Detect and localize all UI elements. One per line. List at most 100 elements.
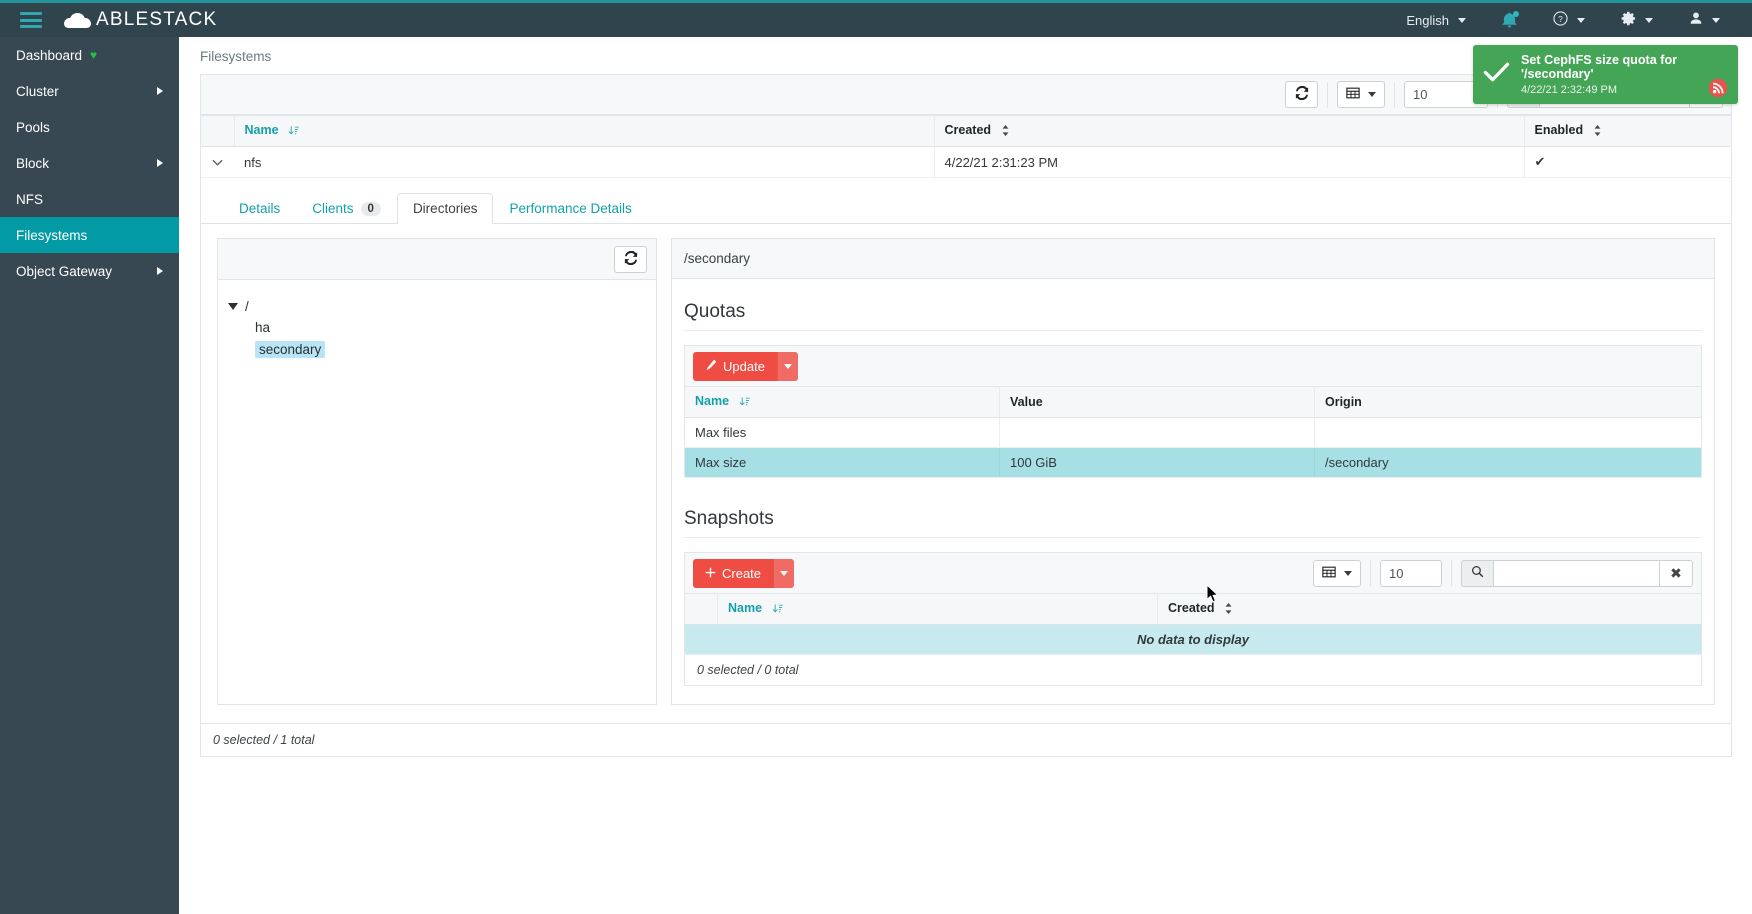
tree-node-label: / bbox=[245, 299, 249, 314]
settings-menu[interactable] bbox=[1603, 3, 1671, 37]
cell-quota-value bbox=[999, 417, 1315, 448]
refresh-icon bbox=[624, 250, 638, 268]
pencil-icon bbox=[705, 359, 717, 374]
search-icon bbox=[1471, 565, 1484, 581]
refresh-button[interactable] bbox=[1285, 81, 1318, 108]
sidebar-item-nfs[interactable]: NFS bbox=[0, 181, 179, 217]
cloud-icon bbox=[64, 12, 91, 28]
table-row[interactable]: Max files bbox=[684, 417, 1702, 448]
sort-asc-icon bbox=[739, 396, 750, 410]
tree-node-root[interactable]: / bbox=[228, 296, 646, 317]
update-quota-button[interactable]: Update bbox=[693, 351, 777, 381]
column-header-created[interactable]: Created bbox=[934, 115, 1525, 147]
tree-refresh-button[interactable] bbox=[614, 245, 647, 273]
clients-count-badge: 0 bbox=[360, 201, 381, 216]
sidebar-item-pools[interactable]: Pools bbox=[0, 109, 179, 145]
snapshots-search-input[interactable] bbox=[1494, 559, 1660, 587]
tab-details[interactable]: Details bbox=[223, 193, 296, 224]
header-label: Name bbox=[728, 601, 763, 615]
toast-notification[interactable]: Set CephFS size quota for '/secondary' 4… bbox=[1473, 45, 1738, 104]
tab-label: Details bbox=[239, 201, 281, 216]
table-header-row: Name Created Enabled bbox=[201, 115, 1731, 147]
svg-text:?: ? bbox=[1558, 14, 1563, 24]
column-header-name[interactable]: Name bbox=[234, 115, 935, 147]
directory-tree: / ha secondary bbox=[218, 280, 656, 379]
chevron-down-icon bbox=[1712, 17, 1720, 23]
close-icon: ✖ bbox=[1670, 564, 1682, 581]
sidebar-item-label: Object Gateway bbox=[16, 263, 113, 279]
sidebar-item-label: Pools bbox=[16, 119, 50, 135]
directory-tree-card: / ha secondary bbox=[217, 238, 657, 705]
tab-directories[interactable]: Directories bbox=[396, 193, 494, 224]
column-header-enabled[interactable]: Enabled bbox=[1524, 115, 1731, 147]
chevron-right-icon bbox=[157, 267, 163, 275]
toast-title: Set CephFS size quota for '/secondary' bbox=[1521, 53, 1678, 81]
chevron-down-icon bbox=[780, 570, 789, 576]
directory-tree-toolbar bbox=[218, 239, 656, 280]
table-columns-icon bbox=[1346, 86, 1360, 103]
sidebar-item-block[interactable]: Block bbox=[0, 145, 179, 181]
sort-icon bbox=[1593, 125, 1602, 139]
create-snapshot-button[interactable]: Create bbox=[693, 558, 774, 588]
cell-quota-origin[interactable]: /secondary bbox=[1314, 447, 1702, 478]
sidebar-item-dashboard[interactable]: Dashboard ♥ bbox=[0, 37, 179, 73]
column-header-origin[interactable]: Origin bbox=[1314, 386, 1702, 418]
main-content: Filesystems 10 Name Created Enabled nfs … bbox=[179, 37, 1752, 914]
rss-icon[interactable] bbox=[1708, 78, 1728, 98]
toolbar-divider bbox=[1327, 81, 1328, 108]
table-columns-icon bbox=[1322, 565, 1336, 582]
brand-name: ABLESTACK bbox=[96, 9, 218, 30]
snapshots-column-selector-button[interactable] bbox=[1313, 559, 1361, 587]
create-snapshot-dropdown-toggle[interactable] bbox=[773, 558, 795, 588]
notification-bell-icon bbox=[1502, 11, 1519, 28]
hamburger-icon[interactable] bbox=[20, 12, 42, 28]
sidebar-navigation: Dashboard ♥ Cluster Pools Block NFS File… bbox=[0, 37, 179, 914]
notifications-button[interactable] bbox=[1484, 3, 1535, 37]
sidebar-item-object-gateway[interactable]: Object Gateway bbox=[0, 253, 179, 289]
sidebar-item-filesystems[interactable]: Filesystems bbox=[0, 217, 179, 253]
column-header-name[interactable]: Name bbox=[684, 386, 1000, 418]
cell-quota-value: 100 GiB bbox=[999, 447, 1315, 478]
column-header-created[interactable]: Created bbox=[1157, 593, 1702, 625]
row-expand-toggle[interactable] bbox=[201, 146, 234, 178]
snapshots-clear-search-button[interactable]: ✖ bbox=[1660, 559, 1693, 587]
select-column-header bbox=[684, 593, 718, 625]
sort-asc-icon bbox=[772, 603, 783, 617]
table-row[interactable]: nfs 4/22/21 2:31:23 PM ✔ bbox=[201, 146, 1731, 178]
tab-label: Clients bbox=[312, 201, 354, 216]
user-icon bbox=[1689, 11, 1703, 29]
cell-name: nfs bbox=[234, 146, 935, 178]
snapshots-table: Name Created No data to display bbox=[684, 593, 1702, 655]
tab-clients[interactable]: Clients 0 bbox=[296, 193, 397, 224]
tree-node-ha[interactable]: ha bbox=[255, 317, 646, 338]
header-label: Name bbox=[244, 123, 279, 137]
snapshots-search-button[interactable] bbox=[1461, 559, 1494, 587]
sort-asc-icon bbox=[288, 125, 299, 139]
tab-performance-details[interactable]: Performance Details bbox=[493, 193, 647, 224]
tab-label: Directories bbox=[412, 201, 478, 216]
snapshots-page-size-input[interactable] bbox=[1380, 559, 1442, 587]
language-selector[interactable]: English bbox=[1388, 3, 1484, 37]
column-selector-button[interactable] bbox=[1337, 81, 1385, 108]
plus-icon bbox=[705, 566, 716, 581]
heart-health-icon: ♥ bbox=[90, 48, 98, 62]
cell-quota-name: Max files bbox=[684, 417, 1000, 448]
directory-detail-card: /secondary Quotas Update Name Value Orig… bbox=[671, 238, 1715, 705]
column-header-value[interactable]: Value bbox=[999, 386, 1315, 418]
directories-tab-content: / ha secondary /secondary Quotas Update … bbox=[201, 224, 1731, 723]
user-menu[interactable] bbox=[1671, 3, 1738, 37]
empty-state-row: No data to display bbox=[684, 624, 1702, 655]
help-menu[interactable]: ? bbox=[1535, 3, 1603, 37]
sidebar-item-label: Cluster bbox=[16, 83, 59, 99]
chevron-down-icon bbox=[783, 363, 792, 369]
caret-down-icon[interactable] bbox=[228, 303, 238, 310]
sidebar-item-cluster[interactable]: Cluster bbox=[0, 73, 179, 109]
topbar-actions: English ? bbox=[1388, 3, 1752, 37]
toolbar-divider bbox=[1451, 560, 1452, 586]
selected-path-header: /secondary bbox=[672, 239, 1714, 279]
table-row[interactable]: Max size 100 GiB /secondary bbox=[684, 447, 1702, 478]
tree-node-secondary[interactable]: secondary bbox=[255, 338, 646, 361]
chevron-right-icon bbox=[157, 87, 163, 95]
column-header-name[interactable]: Name bbox=[717, 593, 1158, 625]
update-quota-dropdown-toggle[interactable] bbox=[776, 351, 798, 381]
